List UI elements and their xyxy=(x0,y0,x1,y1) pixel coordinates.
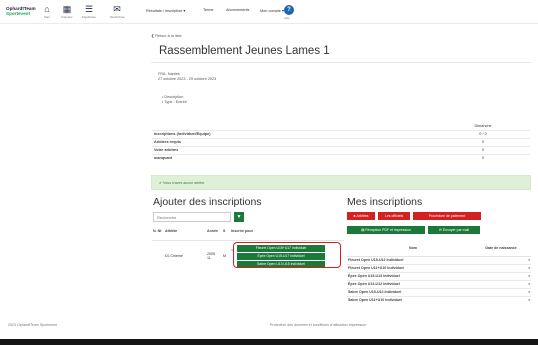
search-input[interactable]: Recherche xyxy=(153,212,231,222)
column-header: S xyxy=(223,229,226,233)
event-dates: 27 octobre 2023 - 29 octobre 2023 xyxy=(158,77,217,82)
highlight-ring xyxy=(233,242,341,268)
table-row: Épée Open U15-U13 Individuel x xyxy=(347,271,531,280)
footer-links[interactable]: Protection des données et conditions d'u… xyxy=(270,323,366,327)
my-registrations-table: Nom Date de naissance Fleuret Open U15-U… xyxy=(347,241,531,304)
table-row: manquant 0 xyxy=(152,153,530,162)
mail-icon: ✉ xyxy=(113,4,121,14)
nav-results[interactable]: ☰ Ergebnisse xyxy=(82,4,96,20)
footer-copyright: 2023 OphardtTeam Sportevent xyxy=(8,323,58,327)
success-alert: ✔ Vous n'avez aucun arbitre. xyxy=(151,175,531,190)
referee-stats-table: Dimanche Inscriptions (Individuel/Équipe… xyxy=(152,122,530,162)
filter-icon[interactable]: ▼ xyxy=(234,212,244,222)
column-header: Inscrire pour xyxy=(231,229,253,233)
back-link[interactable]: ❮ Retour à la liste xyxy=(151,33,182,38)
athlete-year: 2005 11 xyxy=(206,239,222,272)
remove-icon[interactable]: x xyxy=(523,295,531,304)
event-links: • Description • Type : Entrée xyxy=(162,95,187,105)
table-row: Fleuret Open U11+U10 Individuel x xyxy=(347,263,531,272)
table-row: Votre arbitres 0 xyxy=(152,145,530,154)
help-caption: Aide xyxy=(284,16,290,20)
remove-icon[interactable]: x xyxy=(523,255,531,264)
payment-button[interactable]: Procédure de paiement xyxy=(413,212,481,220)
list-icon: ☰ xyxy=(84,4,94,14)
event-info: FRA, Nantes 27 octobre 2023 - 29 octobre… xyxy=(158,72,216,82)
top-navigation: OphardtTeam Sportevent ⌂ Start ▦ Kalende… xyxy=(0,0,538,24)
column-header: Athlète xyxy=(165,229,178,233)
nav-calendar[interactable]: ▦ Kalender xyxy=(60,4,74,20)
column-header: Année xyxy=(207,229,218,233)
brand-line-2: Sportevent xyxy=(6,11,30,16)
nav-caption: Kalender xyxy=(61,15,73,19)
column-header: Nom xyxy=(347,241,479,257)
remove-icon[interactable]: x xyxy=(523,279,531,288)
home-icon: ⌂ xyxy=(44,4,50,14)
menu-abonnements[interactable]: Abonnements xyxy=(226,8,249,12)
table-row: Épée Open U13-U12 Individuel x xyxy=(347,279,531,288)
pdf-print-button[interactable]: ▤ Réception PDF et impression xyxy=(347,226,425,234)
nav-caption: Start xyxy=(44,15,50,19)
remove-icon[interactable]: x xyxy=(523,287,531,296)
mine-section-title: Mes inscriptions xyxy=(347,196,423,208)
column-header: N. Nt xyxy=(153,229,162,233)
referees-button[interactable]: ♣ Arbitres xyxy=(347,212,375,220)
menu-results[interactable]: Résultats / Inscription ▾ xyxy=(146,8,185,13)
menu-terme[interactable]: Terme xyxy=(203,8,214,12)
help-icon[interactable]: ? xyxy=(284,5,294,15)
athlete-sex: M xyxy=(222,239,230,272)
column-header: Dimanche xyxy=(474,123,492,128)
officials-button[interactable]: Les officiels xyxy=(378,212,410,220)
table-row: Inscriptions (Individuel/Équipe) 0 / 0 xyxy=(152,129,530,138)
nav-caption: Ergebnisse xyxy=(82,15,96,19)
bottom-bar xyxy=(0,339,538,345)
nav-caption: Nachrichten xyxy=(110,15,125,19)
send-mail-button[interactable]: ✉ Envoyer par mail xyxy=(428,226,480,234)
calendar-icon: ▦ xyxy=(62,4,72,14)
brand-logo[interactable]: OphardtTeam Sportevent xyxy=(6,6,36,20)
table-row: Arbitres requis 0 xyxy=(152,137,530,146)
add-section-title: Ajouter des inscriptions xyxy=(153,196,262,208)
title-panel: Rassemblement Jeunes Lames 1 xyxy=(151,41,531,63)
remove-icon[interactable]: x xyxy=(523,263,531,272)
athlete-name: DL Chleme xyxy=(164,239,206,272)
column-header: Date de naissance xyxy=(479,241,523,257)
page-title: Rassemblement Jeunes Lames 1 xyxy=(159,45,330,57)
table-row: Sabre Open U11+U10 Individuel x xyxy=(347,295,531,304)
type-info: • Type : Entrée xyxy=(162,100,187,105)
nav-messages[interactable]: ✉ Nachrichten xyxy=(110,4,125,20)
table-row: Sabre Open U15-U12 Individuel x xyxy=(347,287,531,296)
table-row: Fleuret Open U15-U12 Individuel x xyxy=(347,255,531,264)
remove-icon[interactable]: x xyxy=(523,271,531,280)
menu-account[interactable]: Mon compte ▾ xyxy=(260,8,284,13)
nav-home[interactable]: ⌂ Start xyxy=(40,4,54,20)
